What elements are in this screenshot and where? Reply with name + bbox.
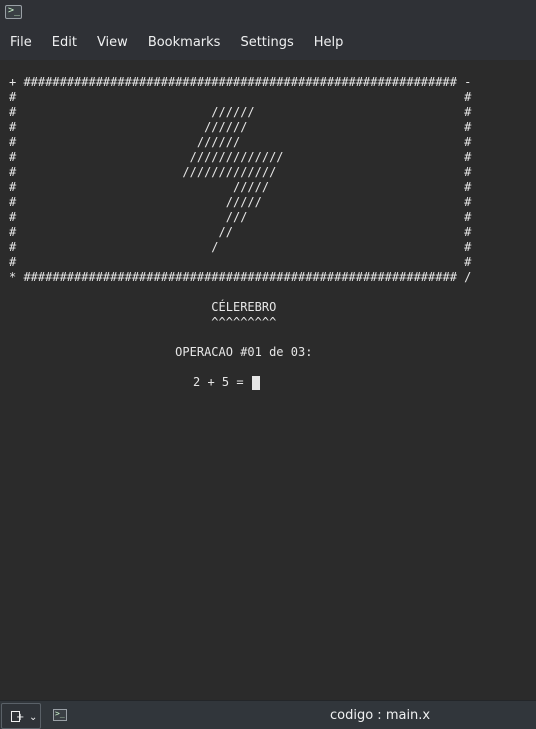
terminal-line: # # — [9, 255, 472, 269]
terminal-area[interactable]: + ######################################… — [0, 60, 536, 700]
text-cursor — [251, 375, 260, 390]
question-text: 2 + 5 = — [193, 375, 251, 389]
new-tab-button[interactable]: + ⌄ — [1, 703, 41, 729]
terminal-line: # ///// # — [9, 195, 472, 209]
question-line[interactable]: 2 + 5 = — [193, 375, 260, 390]
terminal-line: # ///////////// # — [9, 165, 472, 179]
terminal-icon[interactable]: >_ — [53, 709, 67, 721]
menu-file[interactable]: File — [0, 26, 42, 60]
menu-bar: File Edit View Bookmarks Settings Help — [0, 26, 536, 60]
menu-view[interactable]: View — [87, 26, 138, 60]
menu-edit[interactable]: Edit — [42, 26, 87, 60]
title-bar: >_ — [0, 0, 536, 26]
terminal-line: + ######################################… — [9, 75, 472, 89]
menu-settings[interactable]: Settings — [230, 26, 303, 60]
terminal-line: # ////// # — [9, 105, 472, 119]
terminal-line: * ######################################… — [9, 270, 472, 284]
terminal-line: # ////// # — [9, 135, 472, 149]
terminal-line: # ///// # — [9, 180, 472, 194]
konsole-window: >_ File Edit View Bookmarks Settings Hel… — [0, 0, 536, 729]
terminal-line: ^^^^^^^^^ — [9, 315, 277, 329]
menu-help[interactable]: Help — [304, 26, 354, 60]
tab-bar: + ⌄ >_ codigo : main.x — [0, 700, 536, 729]
terminal-line: # ////// # — [9, 120, 472, 134]
terminal-line: # # — [9, 90, 472, 104]
terminal-output: + ######################################… — [9, 75, 471, 360]
terminal-line: # /// # — [9, 210, 472, 224]
terminal-line: # // # — [9, 225, 472, 239]
chevron-down-icon[interactable]: ⌄ — [29, 712, 37, 724]
menu-bookmarks[interactable]: Bookmarks — [138, 26, 231, 60]
terminal-line: OPERACAO #01 de 03: — [9, 345, 313, 359]
terminal-line: CÉLEREBRO — [9, 300, 277, 314]
terminal-line: # ///////////// # — [9, 150, 472, 164]
tab-title[interactable]: codigo : main.x — [330, 701, 430, 729]
terminal-icon[interactable]: >_ — [5, 5, 22, 19]
terminal-line: # / # — [9, 240, 472, 254]
